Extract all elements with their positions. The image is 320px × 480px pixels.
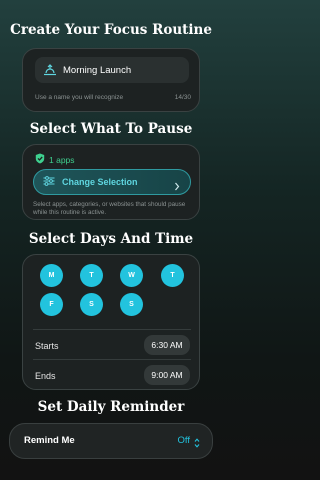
schedule-card: M T W T F S S Starts 6:30 AM Ends 9:00 A…	[22, 254, 200, 390]
routine-heading: Create Your Focus Routine	[10, 22, 212, 38]
apps-count: 1 apps	[49, 155, 75, 165]
chevron-up-down-icon[interactable]	[194, 435, 200, 453]
remind-me-label: Remind Me	[24, 435, 75, 446]
day-thursday[interactable]: T	[161, 264, 184, 287]
pause-hint: Select apps, categories, or websites tha…	[33, 201, 186, 216]
routine-name-card: Morning Launch Use a name you will recog…	[22, 48, 200, 112]
apps-row: 1 apps	[35, 151, 75, 169]
divider	[33, 329, 191, 330]
sliders-icon	[43, 173, 55, 191]
remind-me-row[interactable]: Remind Me Off	[9, 423, 213, 459]
day-monday[interactable]: M	[40, 264, 63, 287]
reminder-value[interactable]: Off	[178, 435, 191, 446]
routine-name-hint: Use a name you will recognize	[35, 94, 124, 101]
end-time-picker[interactable]: 9:00 AM	[144, 365, 190, 385]
schedule-heading: Select Days And Time	[28, 231, 194, 247]
day-tuesday[interactable]: T	[80, 264, 103, 287]
routine-name-field[interactable]: Morning Launch	[35, 57, 189, 83]
routine-name-counter: 14/30	[174, 94, 191, 101]
starts-label: Starts	[35, 341, 59, 351]
pause-card: 1 apps Change Selection Select apps, cat…	[22, 144, 200, 220]
day-wednesday[interactable]: W	[120, 264, 143, 287]
shield-check-icon	[35, 151, 45, 169]
day-sunday[interactable]: S	[120, 293, 143, 316]
start-time-picker[interactable]: 6:30 AM	[144, 335, 190, 355]
ends-label: Ends	[35, 371, 56, 381]
chevron-right-icon	[174, 178, 180, 196]
routine-name-value: Morning Launch	[63, 64, 132, 76]
pause-heading: Select What To Pause	[29, 121, 193, 137]
day-saturday[interactable]: S	[80, 293, 103, 316]
change-selection-label: Change Selection	[62, 177, 138, 187]
reminder-heading: Set Daily Reminder	[37, 399, 185, 415]
day-friday[interactable]: F	[40, 293, 63, 316]
divider	[33, 359, 191, 360]
change-selection-button[interactable]: Change Selection	[33, 169, 191, 195]
sunrise-icon	[43, 63, 57, 77]
